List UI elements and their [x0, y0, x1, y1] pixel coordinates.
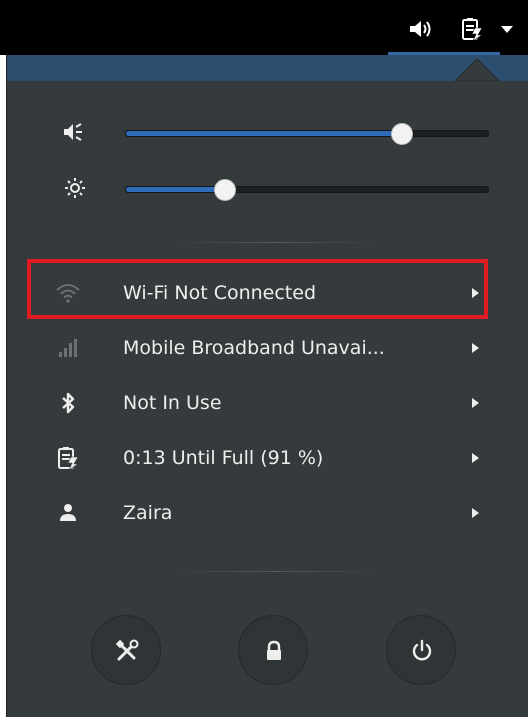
lock-icon: [267, 640, 281, 660]
menu-item-user[interactable]: Zaira: [7, 487, 528, 539]
submenu-arrow-icon: [472, 508, 479, 518]
brightness-slider[interactable]: [125, 179, 489, 201]
menu-item-label: 0:13 Until Full (91 %): [123, 447, 324, 469]
submenu-arrow-icon: [472, 398, 479, 408]
battery-icon: [58, 447, 79, 470]
bluetooth-icon: [62, 392, 75, 414]
menu-arrow-notch: [455, 58, 499, 83]
brightness-icon: [65, 178, 85, 198]
system-tray[interactable]: [388, 0, 528, 55]
menu-item-label: Not In Use: [123, 392, 222, 414]
volume-slider-handle[interactable]: [391, 123, 414, 145]
volume-slider[interactable]: [125, 123, 489, 145]
power-button[interactable]: [386, 615, 456, 685]
top-bar: [0, 0, 528, 55]
volume-icon[interactable]: [408, 17, 434, 41]
user-icon: [60, 504, 76, 521]
menu-arrow-down-icon[interactable]: [500, 24, 514, 34]
battery-charging-icon[interactable]: [458, 17, 484, 41]
menu-item-battery[interactable]: 0:13 Until Full (91 %): [7, 432, 528, 484]
separator: [172, 242, 380, 243]
volume-slider-row: [7, 117, 528, 147]
brightness-slider-fill: [126, 187, 224, 192]
submenu-arrow-icon: [472, 343, 479, 353]
menu-item-bluetooth[interactable]: Not In Use: [7, 377, 528, 429]
system-menu: Wi-Fi Not Connected Mobile Broadband Una…: [6, 55, 528, 717]
settings-icon: [115, 639, 139, 661]
highlight-box: [27, 259, 488, 319]
brightness-slider-handle[interactable]: [213, 179, 236, 201]
lock-button[interactable]: [238, 615, 308, 685]
volume-slider-fill: [126, 131, 402, 136]
submenu-arrow-icon: [472, 453, 479, 463]
mobile-signal-icon: [59, 339, 77, 357]
menu-item-label: Zaira: [123, 502, 173, 524]
brightness-slider-row: [7, 173, 528, 203]
power-icon: [412, 639, 432, 661]
separator: [172, 571, 380, 572]
speaker-icon: [64, 123, 82, 141]
menu-item-label: Mobile Broadband Unavai...: [123, 337, 385, 359]
menu-item-mobile-broadband[interactable]: Mobile Broadband Unavai...: [7, 322, 528, 374]
settings-button[interactable]: [91, 615, 161, 685]
menu-top-band: [7, 55, 528, 81]
